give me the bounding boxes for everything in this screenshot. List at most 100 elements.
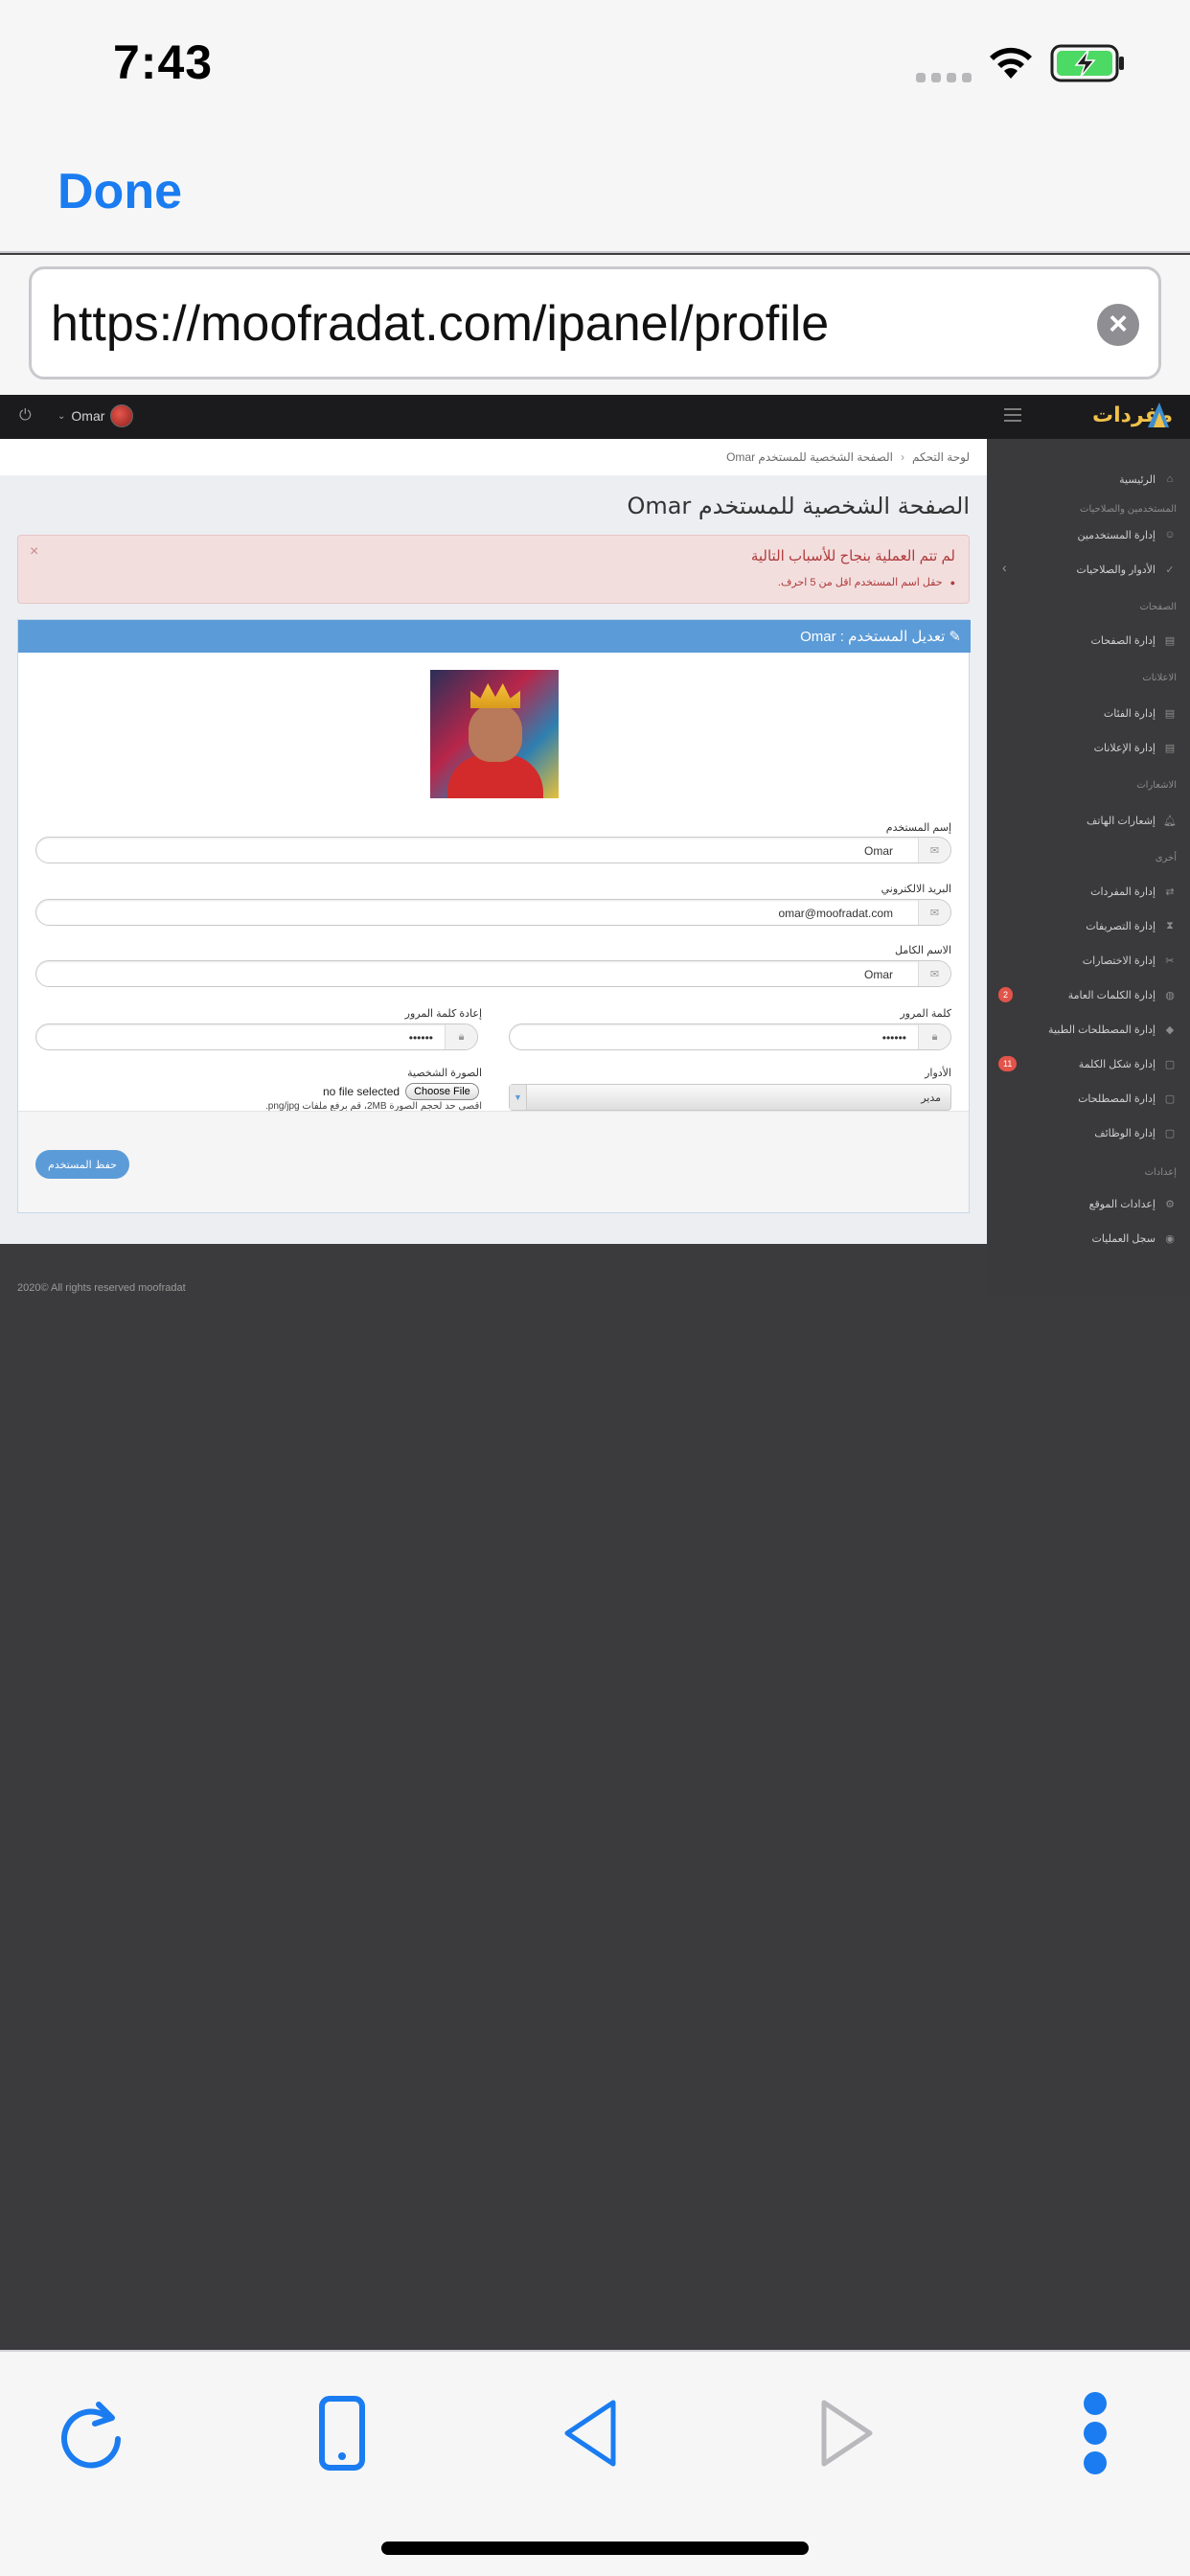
chevron-down-icon: ▼ xyxy=(510,1085,527,1110)
sidebar-item-jobs[interactable]: ▢ إدارة الوظائف xyxy=(1094,1121,1177,1144)
sidebar-section-other: أخرى xyxy=(1155,853,1177,863)
choose-file-button[interactable]: Choose File xyxy=(405,1083,479,1100)
battery-charging-icon xyxy=(1050,44,1124,82)
sidebar-section-users: المستخدمين والصلاحيات xyxy=(1080,504,1177,515)
breadcrumb-home[interactable]: لوحة التحكم xyxy=(912,450,970,464)
reload-icon xyxy=(61,2402,121,2469)
hamburger-menu-icon[interactable] xyxy=(1004,408,1021,426)
book-icon: ▤ xyxy=(1164,707,1176,720)
edit-user-panel: ✎ تعديل المستخدم : Omar إسم المستخدم ✉ ا… xyxy=(17,619,971,1213)
lock-icon: 🔒︎ xyxy=(918,1024,950,1049)
panel-title: ✎ تعديل المستخدم : Omar xyxy=(800,629,961,645)
copyright: 2020© All rights reserved moofradat xyxy=(17,1282,186,1294)
breadcrumb-current: الصفحة الشخصية للمستخدم Omar xyxy=(726,450,893,464)
fullname-input[interactable] xyxy=(50,966,893,983)
browser-navbar: Done xyxy=(0,125,1190,253)
clipboard-icon: ▢ xyxy=(1164,1058,1176,1070)
done-button[interactable]: Done xyxy=(57,163,182,220)
roles-selected-value: مدير xyxy=(921,1092,941,1104)
sidebar-item-roles[interactable]: ✓ الأدوار والصلاحيات xyxy=(1076,558,1177,581)
password-input[interactable] xyxy=(523,1029,906,1046)
save-user-button[interactable]: حفظ المستخدم xyxy=(35,1150,129,1179)
more-dots-icon xyxy=(1084,2392,1107,2474)
username-field[interactable]: ✉ xyxy=(35,837,951,863)
more-button[interactable] xyxy=(1042,2380,1148,2486)
sidebar: ⌂ الرئيسية المستخدمين والصلاحيات ☺ إدارة ا… xyxy=(987,439,1190,1296)
user-edit-icon: ✎ xyxy=(949,629,961,645)
password-confirm-input[interactable] xyxy=(50,1029,433,1046)
password-field[interactable]: 🔒︎ xyxy=(509,1024,951,1050)
user-name: Omar xyxy=(71,408,105,424)
admin-topbar: ⏻ ⌄ Omar مفردات xyxy=(0,395,1190,439)
file-upload: no file selected Choose File xyxy=(323,1083,479,1100)
email-field[interactable]: ✉ xyxy=(35,899,951,926)
password-confirm-label: إعادة كلمة المرور xyxy=(404,1008,482,1020)
sidebar-item-categories[interactable]: ▤ إدارة الفئات xyxy=(1104,702,1177,724)
book-icon: ▤ xyxy=(1164,742,1176,754)
sidebar-item-site-settings[interactable]: ⚙ إعدادات الموقع xyxy=(1089,1192,1177,1215)
sidebar-item-phone-notifications[interactable]: 🔔︎ إشعارات الهاتف xyxy=(1087,809,1177,832)
book-icon: ▤ xyxy=(1164,634,1176,647)
user-icon: ☺ xyxy=(1164,529,1176,540)
file-status: no file selected xyxy=(323,1085,400,1098)
fullname-field[interactable]: ✉ xyxy=(35,960,951,987)
clipboard-icon: ▢ xyxy=(1164,1092,1176,1105)
clipboard-icon: ▢ xyxy=(1164,1127,1176,1139)
avatar xyxy=(110,404,134,427)
username-input[interactable] xyxy=(50,842,893,860)
form-actions: حفظ المستخدم xyxy=(18,1111,969,1212)
email-input[interactable] xyxy=(50,905,893,922)
sidebar-section-pages: الصفحات xyxy=(1139,602,1177,612)
sidebar-item-medical-terms[interactable]: ◆ إدارة المصطلحات الطبية xyxy=(1048,1018,1177,1041)
sidebar-item-conjugations[interactable]: ⧗ إدارة التصريفات xyxy=(1086,914,1177,937)
password-label: كلمة المرور xyxy=(900,1008,951,1020)
chevron-down-icon: ⌄ xyxy=(57,410,66,422)
sidebar-item-home[interactable]: ⌂ الرئيسية xyxy=(1119,468,1177,491)
translate-icon: ⇄ xyxy=(1165,886,1175,898)
password-confirm-field[interactable]: 🔒︎ xyxy=(35,1024,478,1050)
logo-mark-icon xyxy=(1148,402,1169,427)
forward-button[interactable] xyxy=(795,2380,901,2486)
word-forms-badge: 11 xyxy=(998,1056,1018,1071)
roles-select[interactable]: ▼ مدير xyxy=(509,1084,951,1111)
device-button[interactable] xyxy=(289,2380,395,2486)
photo-label: الصورة الشخصية xyxy=(407,1068,482,1079)
alert-close-icon[interactable]: × xyxy=(30,543,38,561)
wifi-icon xyxy=(990,47,1032,79)
breadcrumb: لوحة التحكم ‹ الصفحة الشخصية للمستخدم Om… xyxy=(0,439,987,475)
sidebar-item-abbreviations[interactable]: ✂ إدارة الاختصارات xyxy=(1083,949,1177,972)
chevron-left-icon: ‹ xyxy=(1002,560,1007,575)
globe-icon: ◍ xyxy=(1165,989,1175,1001)
sidebar-item-activity-log[interactable]: ◉ سجل العمليات xyxy=(1092,1227,1177,1250)
envelope-icon: ✉ xyxy=(918,961,950,986)
url-bar[interactable]: × xyxy=(29,266,1161,380)
back-button[interactable] xyxy=(537,2380,642,2486)
user-menu[interactable]: ⌄ Omar xyxy=(57,404,134,427)
hourglass-icon: ⧗ xyxy=(1166,919,1174,932)
alert-title: لم تتم العملية بنجاح للأسباب التالية xyxy=(750,548,955,564)
sidebar-item-ads[interactable]: ▤ إدارة الإعلانات xyxy=(1094,736,1177,759)
alert-error-item: حقل اسم المستخدم اقل من 5 احرف. xyxy=(778,576,955,588)
sidebar-item-vocab[interactable]: ⇄ إدارة المفردات xyxy=(1090,880,1177,903)
diamond-icon: ◆ xyxy=(1165,1024,1175,1036)
sidebar-item-terms[interactable]: ▢ إدارة المصطلحات xyxy=(1078,1087,1177,1110)
power-icon[interactable]: ⏻ xyxy=(19,407,32,425)
home-indicator xyxy=(381,2542,809,2555)
clear-url-icon[interactable]: × xyxy=(1097,304,1139,346)
url-input[interactable] xyxy=(51,290,1057,357)
sidebar-item-word-forms[interactable]: ▢ إدارة شكل الكلمة xyxy=(1079,1052,1177,1075)
browser-toolbar xyxy=(0,2350,1190,2576)
sidebar-section-settings: إعدادات xyxy=(1144,1167,1177,1178)
sidebar-item-common-words[interactable]: ◍ إدارة الكلمات العامة xyxy=(1068,983,1177,1006)
sidebar-item-pages[interactable]: ▤ إدارة الصفحات xyxy=(1091,629,1177,652)
reload-button[interactable] xyxy=(38,2380,144,2486)
back-triangle-icon xyxy=(564,2400,616,2467)
lock-icon: 🔒︎ xyxy=(445,1024,477,1049)
web-page: ⏻ ⌄ Omar مفردات لوحة التحكم ‹ الصفحة الش… xyxy=(0,395,1190,2350)
error-alert: × لم تتم العملية بنجاح للأسباب التالية ح… xyxy=(17,535,970,604)
url-bar-container: × xyxy=(0,255,1190,395)
sidebar-item-users[interactable]: ☺ إدارة المستخدمين xyxy=(1077,523,1177,546)
bell-icon: 🔔︎ xyxy=(1163,815,1177,827)
status-time: 7:43 xyxy=(113,35,214,89)
sidebar-section-ads: الاعلانات xyxy=(1142,673,1177,683)
